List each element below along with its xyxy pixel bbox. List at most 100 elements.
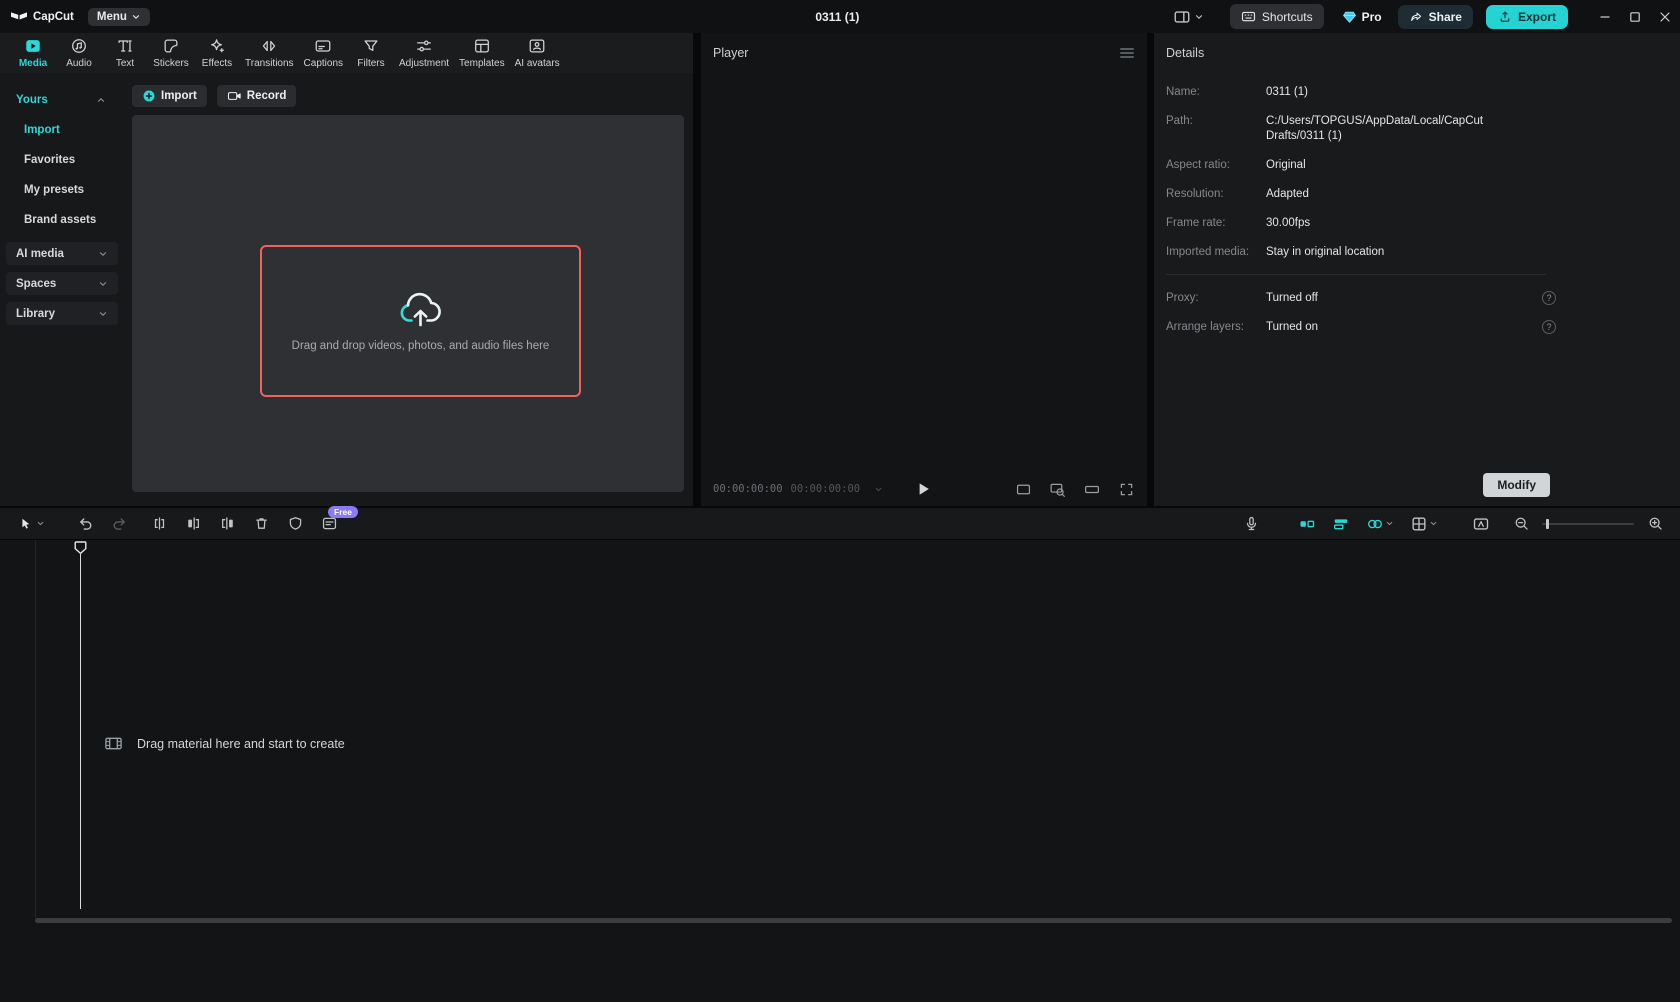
- undo-button[interactable]: [72, 511, 98, 537]
- detail-row-name: Name: 0311 (1): [1166, 85, 1546, 100]
- delete-button[interactable]: [248, 511, 274, 537]
- detail-row-frame-rate: Frame rate: 30.00fps: [1166, 216, 1546, 231]
- dropzone-highlight[interactable]: Drag and drop videos, photos, and audio …: [260, 245, 581, 397]
- text-icon: [116, 37, 134, 55]
- sidebar-group-library[interactable]: Library: [6, 302, 118, 325]
- details-title: Details: [1166, 46, 1204, 60]
- main-track-magnet-toggle[interactable]: [1294, 511, 1320, 537]
- player-view-controls: [1015, 481, 1135, 498]
- tab-text[interactable]: Text: [102, 37, 148, 69]
- fit-zoom-icon[interactable]: [1049, 481, 1066, 498]
- help-icon[interactable]: ?: [1542, 320, 1556, 334]
- pro-gem-icon: [1342, 10, 1357, 24]
- sidebar-item-brand-assets[interactable]: Brand assets: [0, 205, 124, 235]
- select-tool-button[interactable]: [12, 511, 50, 537]
- media-dropzone-area[interactable]: Drag and drop videos, photos, and audio …: [132, 115, 684, 492]
- timecode-dropdown-icon[interactable]: [874, 485, 883, 494]
- timeline-empty-state: Drag material here and start to create: [104, 734, 345, 753]
- titlebar-right: Shortcuts Pro Share Export: [1165, 0, 1680, 33]
- tab-media[interactable]: Media: [10, 37, 56, 69]
- player-header: Player: [701, 33, 1147, 73]
- cloud-upload-icon: [397, 290, 445, 330]
- timecode-total: 00:00:00:00: [791, 483, 861, 495]
- import-button[interactable]: Import: [132, 85, 207, 107]
- playhead-line[interactable]: [80, 553, 81, 909]
- pro-button[interactable]: Pro: [1342, 10, 1382, 24]
- timeline-area[interactable]: Drag material here and start to create: [0, 540, 1680, 1002]
- audio-icon: [70, 37, 88, 55]
- record-button[interactable]: Record: [217, 85, 297, 107]
- timeline-horizontal-scrollbar[interactable]: [35, 918, 1672, 923]
- tab-adjustment[interactable]: Adjustment: [394, 37, 454, 69]
- timeline-zoom-slider[interactable]: [1542, 523, 1634, 525]
- tab-stickers[interactable]: Stickers: [148, 37, 194, 69]
- redo-button[interactable]: [106, 511, 132, 537]
- sidebar-item-my-presets[interactable]: My presets: [0, 175, 124, 205]
- sticker-icon: [162, 37, 180, 55]
- tab-filters[interactable]: Filters: [348, 37, 394, 69]
- share-button[interactable]: Share: [1398, 5, 1473, 29]
- tab-audio[interactable]: Audio: [56, 37, 102, 69]
- tab-transitions[interactable]: Transitions: [240, 37, 299, 69]
- record-camera-icon: [227, 89, 242, 103]
- chevron-down-icon: [98, 279, 108, 289]
- export-button[interactable]: Export: [1486, 5, 1568, 29]
- render-preview-toggle[interactable]: [1468, 511, 1494, 537]
- free-tool-button[interactable]: Free: [316, 511, 342, 537]
- import-row: Import Record: [132, 85, 296, 107]
- menu-button[interactable]: Menu: [88, 8, 150, 26]
- plus-circle-icon: [142, 89, 156, 103]
- ratio-icon[interactable]: [1015, 481, 1032, 498]
- fullscreen-icon[interactable]: [1118, 481, 1135, 498]
- split-button[interactable]: [146, 511, 172, 537]
- export-icon: [1498, 10, 1512, 24]
- linking-toggle[interactable]: [1362, 511, 1398, 537]
- delete-left-button[interactable]: [180, 511, 206, 537]
- chevron-down-icon: [36, 519, 45, 528]
- tab-effects[interactable]: Effects: [194, 37, 240, 69]
- cursor-icon: [18, 516, 34, 532]
- modify-button[interactable]: Modify: [1483, 473, 1550, 497]
- shortcuts-button[interactable]: Shortcuts: [1230, 4, 1324, 29]
- sidebar-item-import[interactable]: Import: [0, 115, 124, 145]
- help-icon[interactable]: ?: [1542, 291, 1556, 305]
- tab-templates[interactable]: Templates: [454, 37, 510, 69]
- media-sidebar: Yours Import Favorites My presets Brand …: [0, 73, 124, 506]
- tab-ai-avatars[interactable]: AI avatars: [510, 37, 565, 69]
- menu-label: Menu: [97, 11, 127, 23]
- delete-right-button[interactable]: [214, 511, 240, 537]
- auto-snap-toggle[interactable]: [1328, 511, 1354, 537]
- minimize-button[interactable]: [1590, 0, 1620, 33]
- templates-icon: [473, 37, 491, 55]
- shortcuts-label: Shortcuts: [1262, 10, 1313, 24]
- effects-sparkle-icon: [208, 37, 226, 55]
- close-button[interactable]: [1650, 0, 1680, 33]
- sidebar-section-yours[interactable]: Yours: [0, 85, 124, 115]
- maximize-button[interactable]: [1620, 0, 1650, 33]
- zoom-out-button[interactable]: [1508, 511, 1534, 537]
- voiceover-mic-button[interactable]: [1238, 511, 1264, 537]
- detail-row-resolution: Resolution: Adapted: [1166, 187, 1546, 202]
- keyboard-icon: [1241, 9, 1256, 24]
- sidebar-group-spaces[interactable]: Spaces: [6, 272, 118, 295]
- player-menu-button[interactable]: [1119, 46, 1135, 60]
- detail-row-arrange-layers: Arrange layers: Turned on ?: [1166, 320, 1546, 335]
- sidebar-group-ai-media[interactable]: AI media: [6, 242, 118, 265]
- mask-button[interactable]: [282, 511, 308, 537]
- tab-captions[interactable]: Captions: [299, 37, 348, 69]
- timeline-toolbar: Free: [0, 508, 1680, 539]
- project-title: 0311 (1): [815, 0, 859, 33]
- zoom-in-button[interactable]: [1642, 511, 1668, 537]
- play-button[interactable]: [918, 482, 931, 496]
- zoom-slider-handle[interactable]: [1546, 519, 1549, 529]
- ai-avatar-icon: [528, 37, 546, 55]
- detail-row-path: Path: C:/Users/TOPGUS/AppData/Local/CapC…: [1166, 114, 1546, 144]
- preview-quality-icon[interactable]: [1083, 481, 1101, 498]
- sidebar-item-favorites[interactable]: Favorites: [0, 145, 124, 175]
- preview-axis-toggle[interactable]: [1406, 511, 1442, 537]
- free-badge: Free: [328, 506, 358, 518]
- layout-toggle-button[interactable]: [1165, 8, 1212, 26]
- app-name: CapCut: [33, 11, 74, 23]
- adjustment-sliders-icon: [415, 37, 433, 55]
- player-title: Player: [713, 46, 748, 60]
